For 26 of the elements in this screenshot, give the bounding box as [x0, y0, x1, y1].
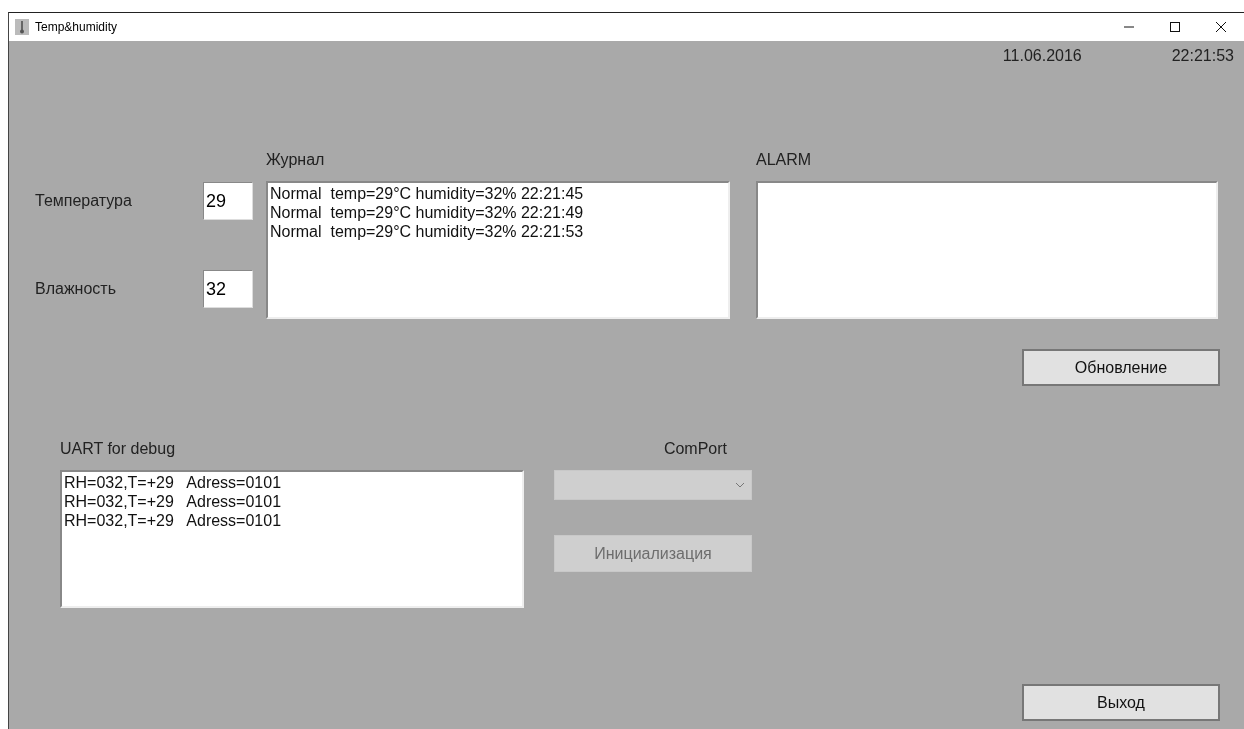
update-button[interactable]: Обновление	[1022, 349, 1220, 386]
uart-line: RH=032,T=+29 Adress=0101	[64, 473, 283, 492]
thermometer-icon	[15, 19, 29, 35]
chevron-down-icon	[735, 482, 745, 488]
reading-field[interactable]: 32	[203, 270, 253, 308]
log-line: Normal temp=29°C humidity=32% 22:21:49	[270, 203, 585, 222]
maximize-icon	[1169, 21, 1181, 33]
log-line: Normal temp=29°C humidity=32% 22:21:53	[270, 222, 585, 241]
alarm-box[interactable]	[756, 181, 1218, 319]
reading-label: Влажность	[35, 280, 117, 298]
exit-button[interactable]: Выход	[1022, 684, 1220, 721]
journal-label: Журнал	[266, 151, 326, 169]
log-line: Normal temp=29°C humidity=32% 22:21:45	[270, 184, 585, 203]
close-icon	[1215, 21, 1227, 33]
reading-field[interactable]: 29	[203, 182, 253, 220]
uart-box[interactable]: RH=032,T=+29 Adress=0101 RH=032,T=+29 Adress=0101 RH=032,T=+29 Adress=0101	[60, 470, 524, 608]
time-label: 22:21:53	[1171, 47, 1234, 65]
reading-label: Температура	[35, 192, 133, 210]
window-title: Temp&humidity	[35, 20, 119, 34]
date-label: 11.06.2016	[1002, 47, 1082, 65]
uart-line: RH=032,T=+29 Adress=0101	[64, 492, 283, 511]
alarm-label: ALARM	[756, 151, 813, 169]
journal-box[interactable]: Normal temp=29°C humidity=32% 22:21:45 Normal temp=29°C humidity=32% 22:21:49 Normal temp=29°C humidity=32% 22:21:53	[266, 181, 730, 319]
uart-line: RH=032,T=+29 Adress=0101	[64, 511, 283, 530]
comport-label: ComPort	[662, 440, 728, 458]
uart-label: UART for debug	[60, 440, 177, 458]
